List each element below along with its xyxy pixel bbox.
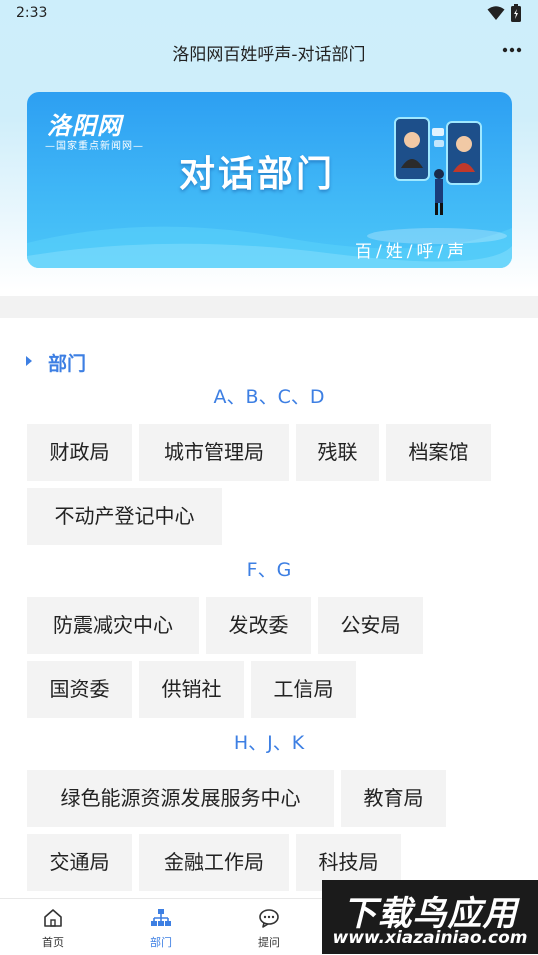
status-time: 2:33 xyxy=(16,5,48,21)
status-bar: 2:33 xyxy=(0,0,538,28)
banner-slogan: 百/姓/呼/声 xyxy=(355,242,469,262)
department-chip[interactable]: 发改委 xyxy=(206,597,311,654)
department-chip[interactable]: 教育局 xyxy=(341,770,446,827)
department-chip[interactable]: 金融工作局 xyxy=(139,834,289,891)
department-chip[interactable]: 工信局 xyxy=(251,661,356,718)
battery-icon xyxy=(511,4,521,22)
department-chip[interactable]: 交通局 xyxy=(27,834,132,891)
banner: 洛阳网 —国家重点新闻网— 对话部门 百/姓/呼/声 xyxy=(27,92,512,268)
watermark: 下载鸟应用 www.xiazainiao.com xyxy=(322,880,538,954)
department-chip[interactable]: 绿色能源资源发展服务中心 xyxy=(27,770,334,827)
title-bar: 洛阳网百姓呼声-对话部门 xyxy=(0,28,538,74)
department-chip[interactable]: 公安局 xyxy=(318,597,423,654)
nav-label-ask: 提问 xyxy=(258,936,280,949)
nav-label-departments: 部门 xyxy=(150,936,172,949)
nav-item-home[interactable]: 首页 xyxy=(0,899,106,955)
department-chip[interactable]: 档案馆 xyxy=(386,424,491,481)
nav-item-ask[interactable]: 提问 xyxy=(216,899,322,955)
banner-title: 对话部门 xyxy=(179,154,336,195)
department-chip[interactable]: 残联 xyxy=(296,424,379,481)
more-options-icon[interactable] xyxy=(502,40,522,60)
chat-bubble-icon xyxy=(259,909,279,928)
department-chip[interactable]: 供销社 xyxy=(139,661,244,718)
department-chip[interactable]: 城市管理局 xyxy=(139,424,289,481)
org-chart-icon xyxy=(151,909,171,926)
dialogue-illustration xyxy=(394,117,482,215)
nav-label-home: 首页 xyxy=(42,936,64,949)
caret-right-icon xyxy=(26,356,32,366)
watermark-url: www.xiazainiao.com xyxy=(332,928,528,948)
section-divider xyxy=(0,296,538,318)
group-label: F、G xyxy=(246,559,292,581)
nav-item-departments[interactable]: 部门 xyxy=(108,899,214,955)
section-title: 部门 xyxy=(48,353,87,375)
group-label: H、J、K xyxy=(233,732,305,754)
department-chip[interactable]: 不动产登记中心 xyxy=(27,488,222,545)
department-chip[interactable]: 防震减灾中心 xyxy=(27,597,199,654)
banner-logo: 洛阳网 xyxy=(47,111,122,140)
department-chip[interactable]: 财政局 xyxy=(27,424,132,481)
group-label: A、B、C、D xyxy=(213,386,325,408)
banner-logo-subtitle: —国家重点新闻网— xyxy=(45,141,144,152)
department-chip[interactable]: 国资委 xyxy=(27,661,132,718)
home-icon xyxy=(44,909,62,927)
page-title: 洛阳网百姓呼声-对话部门 xyxy=(172,45,366,65)
wifi-icon xyxy=(487,6,505,20)
